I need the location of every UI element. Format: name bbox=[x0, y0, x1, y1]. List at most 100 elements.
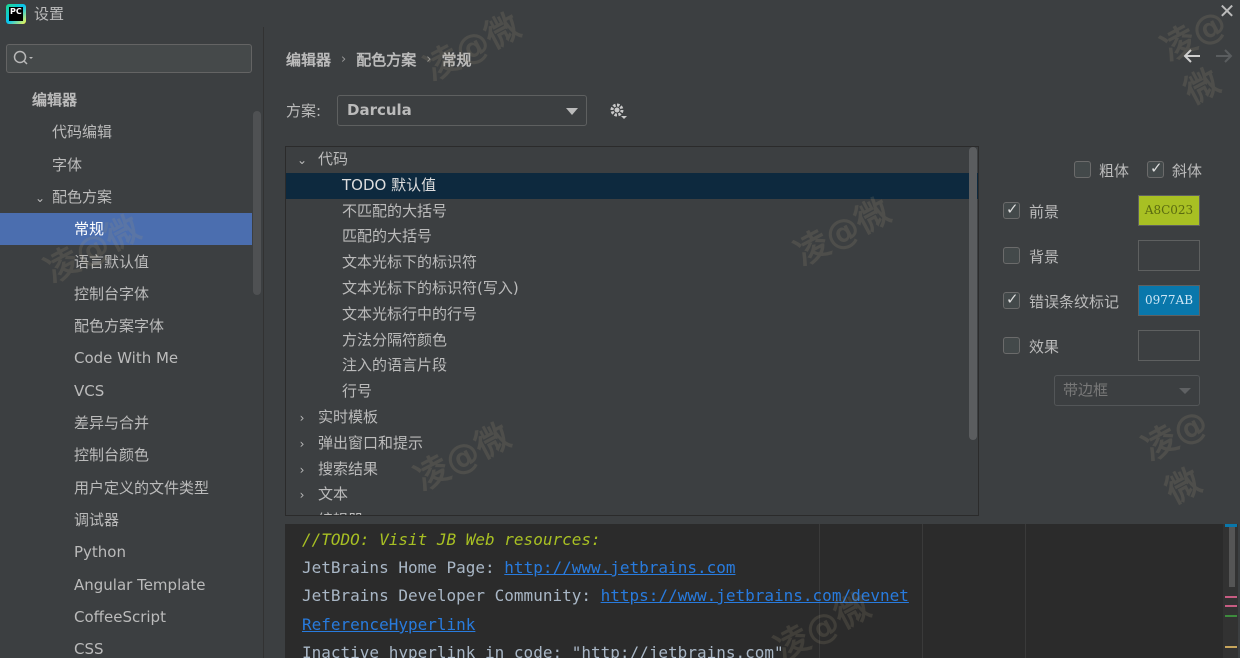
sidebar-item[interactable]: VCS bbox=[0, 375, 252, 407]
attribute-category[interactable]: › 搜索结果 bbox=[286, 457, 978, 483]
reference-hyperlink[interactable]: ReferenceHyperlink bbox=[302, 615, 475, 634]
attribute-item[interactable]: 文本光标行中的行号 bbox=[286, 302, 978, 328]
code-line: ReferenceHyperlink bbox=[302, 611, 475, 639]
sidebar-item[interactable]: 差异与合并 bbox=[0, 407, 252, 439]
effects-label: 效果 bbox=[1029, 338, 1060, 356]
sidebar-item-label: 调试器 bbox=[74, 510, 120, 529]
attribute-item[interactable]: 注入的语言片段 bbox=[286, 353, 978, 379]
forward-arrow-icon[interactable] bbox=[1213, 45, 1235, 67]
error-stripe-checkbox[interactable] bbox=[1003, 290, 1020, 309]
attributes-scrollbar[interactable] bbox=[969, 147, 977, 440]
breadcrumb: 编辑器 › 配色方案 › 常规 bbox=[286, 49, 471, 70]
sidebar-item[interactable]: 语言默认值 bbox=[0, 246, 252, 278]
attribute-options: 粗体 斜体 前景 A8C023 背景 错误条纹标记 0977AB 效果 带边框 bbox=[1000, 157, 1240, 417]
attribute-category[interactable]: › 编辑器 bbox=[286, 508, 978, 515]
sidebar-item[interactable]: 控制台字体 bbox=[0, 278, 252, 310]
italic-checkbox[interactable] bbox=[1147, 159, 1164, 178]
attribute-label: 文本光标行中的行号 bbox=[342, 304, 478, 323]
chevron-down-icon[interactable]: ⌄ bbox=[294, 148, 310, 173]
attribute-label: 代码 bbox=[318, 150, 349, 168]
search-icon[interactable] bbox=[12, 48, 34, 68]
hyperlink[interactable]: http://www.jetbrains.com bbox=[504, 558, 735, 577]
sidebar-item[interactable]: 字体 bbox=[0, 149, 252, 181]
error-stripe-mark bbox=[1225, 646, 1237, 648]
todo-comment-line: //TODO: Visit JB Web resources: bbox=[302, 530, 601, 549]
hyperlink[interactable]: https://www.jetbrains.com/devnet bbox=[601, 586, 909, 605]
scroll-thumb[interactable] bbox=[1229, 527, 1235, 587]
background-checkbox[interactable] bbox=[1003, 247, 1020, 264]
attribute-item[interactable]: 匹配的大括号 bbox=[286, 224, 978, 250]
foreground-color-swatch[interactable]: A8C023 bbox=[1138, 195, 1200, 226]
sidebar-scrollbar[interactable] bbox=[253, 111, 261, 295]
chevron-right-icon[interactable]: › bbox=[294, 458, 310, 483]
sidebar-item[interactable]: ⌄ 配色方案 bbox=[0, 181, 252, 213]
breadcrumb-item[interactable]: 编辑器 bbox=[286, 49, 331, 70]
attribute-category[interactable]: › 文本 bbox=[286, 482, 978, 508]
bold-label: 粗体 bbox=[1099, 162, 1130, 180]
sidebar-item-label: 配色方案 bbox=[52, 187, 113, 206]
foreground-label: 前景 bbox=[1029, 203, 1060, 221]
attribute-label: 弹出窗口和提示 bbox=[318, 433, 424, 452]
sidebar-item[interactable]: 控制台颜色 bbox=[0, 439, 252, 471]
breadcrumb-item[interactable]: 配色方案 bbox=[356, 49, 416, 70]
sidebar-item-label: CSS bbox=[74, 640, 104, 658]
attribute-label: 注入的语言片段 bbox=[342, 356, 448, 375]
sidebar-item[interactable]: Angular Template bbox=[0, 569, 252, 601]
window-title: 设置 bbox=[34, 5, 65, 23]
sidebar-item[interactable]: 代码编辑 bbox=[0, 116, 252, 148]
chevron-right-icon[interactable]: › bbox=[294, 432, 310, 457]
attributes-tree: ⌄ 代码 TODO 默认值不匹配的大括号匹配的大括号文本光标下的标识符 文本光标下的标… bbox=[285, 146, 979, 516]
close-icon[interactable]: ✕ bbox=[1216, 0, 1238, 24]
sidebar-item-label: 语言默认值 bbox=[74, 252, 150, 271]
foreground-checkbox[interactable] bbox=[1003, 200, 1020, 219]
bold-checkbox[interactable] bbox=[1074, 161, 1091, 178]
sidebar-item[interactable]: 配色方案字体 bbox=[0, 310, 252, 342]
sidebar-item-label: 用户定义的文件类型 bbox=[74, 478, 210, 497]
sidebar-item[interactable]: CoffeeScript bbox=[0, 601, 252, 633]
chevron-right-icon[interactable]: › bbox=[294, 483, 310, 508]
sidebar-item[interactable]: 常规 bbox=[0, 213, 252, 246]
attribute-category[interactable]: › 弹出窗口和提示 bbox=[286, 431, 978, 457]
attribute-label: 匹配的大括号 bbox=[342, 227, 433, 246]
attribute-category[interactable]: › 实时模板 bbox=[286, 405, 978, 431]
attribute-label: 实时模板 bbox=[318, 408, 379, 426]
background-color-swatch[interactable] bbox=[1138, 240, 1200, 271]
attribute-category[interactable]: ⌄ 代码 bbox=[286, 147, 978, 173]
effect-type-dropdown[interactable]: 带边框 bbox=[1054, 375, 1200, 406]
sidebar-item-label: CoffeeScript bbox=[74, 607, 166, 626]
error-stripe-color-swatch[interactable]: 0977AB bbox=[1138, 285, 1200, 316]
sidebar-item-label: VCS bbox=[74, 381, 105, 400]
attribute-item[interactable]: 不匹配的大括号 bbox=[286, 199, 978, 225]
italic-label: 斜体 bbox=[1172, 162, 1203, 180]
error-stripe-gutter[interactable] bbox=[1223, 524, 1238, 658]
sidebar-item[interactable]: 用户定义的文件类型 bbox=[0, 472, 252, 504]
sidebar-item[interactable]: 调试器 bbox=[0, 504, 252, 536]
attribute-item[interactable]: TODO 默认值 bbox=[286, 172, 978, 199]
scheme-label: 方案: bbox=[286, 102, 322, 120]
code-text: JetBrains Developer Community: bbox=[302, 586, 601, 605]
back-arrow-icon[interactable] bbox=[1181, 45, 1203, 67]
error-stripe-label: 错误条纹标记 bbox=[1029, 293, 1120, 311]
chevron-down-icon bbox=[1179, 388, 1191, 394]
attribute-item[interactable]: 文本光标下的标识符(写入) bbox=[286, 276, 978, 302]
sidebar-item[interactable]: Code With Me bbox=[0, 342, 252, 374]
attribute-label: TODO 默认值 bbox=[342, 175, 437, 194]
chevron-right-icon[interactable]: › bbox=[294, 406, 310, 431]
chevron-right-icon[interactable]: › bbox=[294, 509, 310, 515]
attribute-item[interactable]: 方法分隔符颜色 bbox=[286, 328, 978, 354]
effects-color-swatch[interactable] bbox=[1138, 330, 1200, 361]
indent-guide bbox=[1025, 524, 1026, 658]
search-input[interactable] bbox=[6, 44, 252, 73]
attribute-item[interactable]: 行号 bbox=[286, 379, 978, 405]
gear-icon[interactable] bbox=[607, 100, 629, 122]
attribute-item[interactable]: 文本光标下的标识符 bbox=[286, 250, 978, 276]
effects-checkbox[interactable] bbox=[1003, 337, 1020, 354]
sidebar-item[interactable]: Python bbox=[0, 536, 252, 568]
code-preview[interactable]: //TODO: Visit JB Web resources: JetBrain… bbox=[285, 524, 1238, 658]
chevron-down-icon[interactable]: ⌄ bbox=[32, 182, 48, 214]
code-line: JetBrains Home Page: http://www.jetbrain… bbox=[302, 554, 735, 582]
sidebar-item-label: 配色方案字体 bbox=[74, 317, 165, 336]
sidebar-item[interactable]: 编辑器 bbox=[0, 84, 252, 116]
sidebar-item[interactable]: CSS bbox=[0, 633, 252, 658]
scheme-dropdown[interactable]: Darcula bbox=[337, 95, 587, 126]
